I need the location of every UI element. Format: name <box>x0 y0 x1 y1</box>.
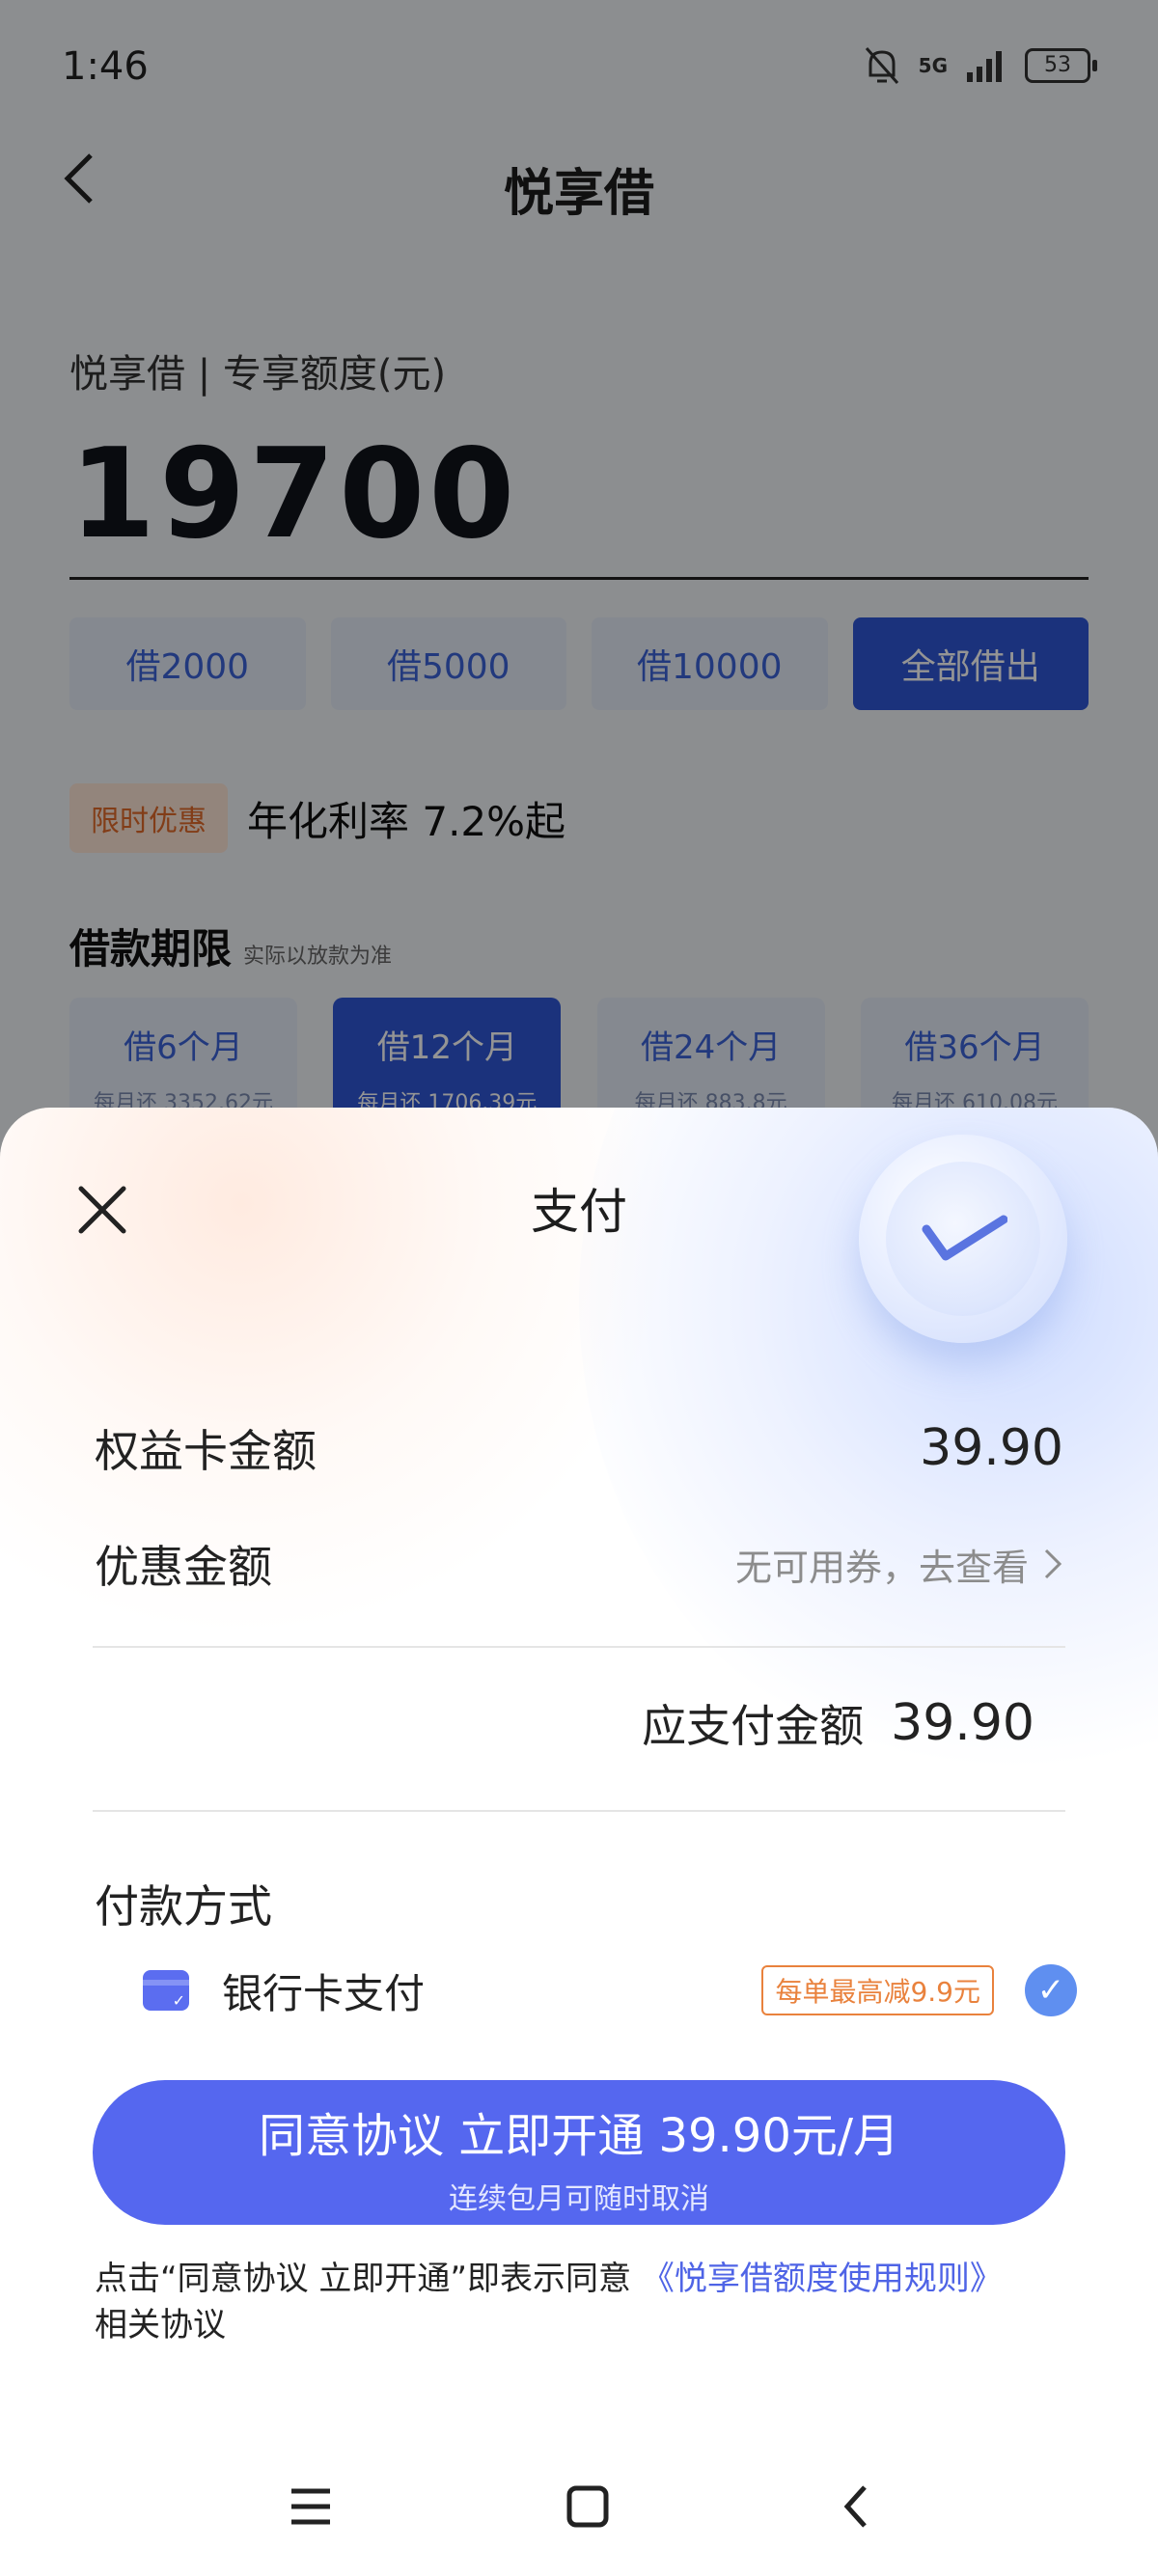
discount-label: 优惠金额 <box>95 1541 272 1593</box>
home-icon[interactable] <box>565 2484 610 2529</box>
cta-main-label: 同意协议 立即开通 39.90元/月 <box>258 2109 900 2163</box>
coupon-link[interactable]: 无可用券，去查看 <box>735 1538 1063 1591</box>
cta-sub-label: 连续包月可随时取消 <box>449 2182 709 2216</box>
payment-discount-tag: 每单最高减9.9元 <box>761 1965 994 2015</box>
agreement-text: 点击“同意协议 立即开通”即表示同意 《悦享借额度使用规则》 相关协议 <box>95 2256 1063 2348</box>
card-amount-label: 权益卡金额 <box>95 1425 317 1477</box>
system-nav-bar <box>0 2458 1158 2555</box>
agreement-suffix: 相关协议 <box>95 2306 226 2344</box>
checkmark-icon[interactable]: ✓ <box>1025 1964 1077 2016</box>
agree-activate-button[interactable]: 同意协议 立即开通 39.90元/月 连续包月可随时取消 <box>93 2080 1065 2225</box>
payment-sheet: 支付 权益卡金额 39.90 优惠金额 无可用券，去查看 应支付金额 39.90… <box>0 1108 1158 2576</box>
agreement-prefix: 点击“同意协议 立即开通”即表示同意 <box>95 2260 632 2298</box>
menu-icon[interactable] <box>288 2485 334 2528</box>
check-badge-inner <box>886 1162 1040 1316</box>
card-amount-value: 39.90 <box>920 1419 1063 1477</box>
card-amount-row: 权益卡金额 39.90 <box>95 1414 1063 1482</box>
coupon-text: 无可用券，去查看 <box>734 1546 1029 1589</box>
check-badge-icon <box>859 1135 1067 1343</box>
divider <box>93 1646 1065 1648</box>
divider <box>93 1810 1065 1812</box>
bank-card-icon <box>143 1970 189 2011</box>
payment-method-bank-card[interactable]: 银行卡支付 每单最高减9.9元 ✓ <box>143 1957 1077 2024</box>
nav-back-icon[interactable] <box>841 2483 870 2530</box>
discount-row[interactable]: 优惠金额 无可用券，去查看 <box>95 1530 1063 1598</box>
chevron-right-icon <box>1044 1548 1062 1579</box>
payment-method-title: 付款方式 <box>95 1880 272 1932</box>
payment-method-label: 银行卡支付 <box>222 1969 426 2017</box>
amount-due-label: 应支付金额 <box>642 1700 865 1752</box>
amount-due-value: 39.90 <box>891 1694 1034 1752</box>
agreement-link[interactable]: 《悦享借额度使用规则》 <box>642 2260 1003 2298</box>
amount-due-row: 应支付金额 39.90 <box>642 1691 1034 1755</box>
